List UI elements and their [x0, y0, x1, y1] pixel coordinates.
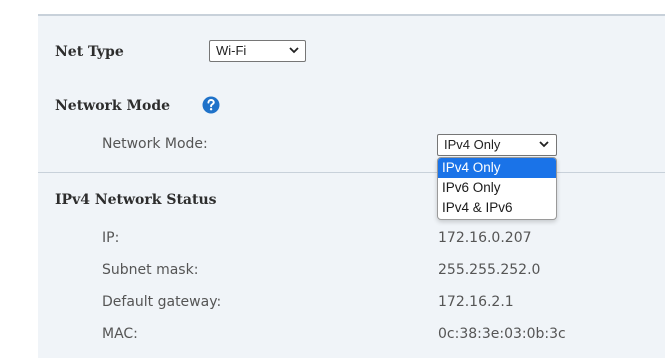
mac-value: 0c:38:3e:03:0b:3c [438, 326, 566, 342]
section-divider [38, 172, 665, 173]
default-gateway-value: 172.16.2.1 [438, 294, 514, 310]
option-ipv4-and-ipv6[interactable]: IPv4 & IPv6 [438, 198, 556, 218]
chevron-down-icon [289, 47, 299, 54]
subnet-mask-value: 255.255.252.0 [438, 262, 541, 278]
network-mode-field-label: Network Mode: [102, 136, 208, 152]
chevron-down-icon [539, 141, 549, 148]
option-ipv4-only[interactable]: IPv4 Only [438, 158, 556, 178]
net-type-select[interactable]: Wi-Fi [209, 40, 306, 62]
top-divider [38, 14, 665, 16]
default-gateway-label: Default gateway: [102, 294, 222, 310]
net-type-value: Wi-Fi [216, 43, 247, 58]
net-type-label: Net Type [55, 44, 124, 60]
subnet-mask-label: Subnet mask: [102, 262, 199, 278]
ipv4-status-title: IPv4 Network Status [55, 192, 217, 208]
option-ipv6-only[interactable]: IPv6 Only [438, 178, 556, 198]
ip-value: 172.16.0.207 [438, 230, 532, 246]
mac-label: MAC: [102, 326, 138, 342]
network-mode-dropdown[interactable]: IPv4 Only IPv6 Only IPv4 & IPv6 [437, 157, 557, 220]
network-mode-select[interactable]: IPv4 Only [437, 134, 557, 156]
ip-label: IP: [102, 230, 120, 246]
help-icon[interactable] [202, 96, 220, 114]
network-mode-value: IPv4 Only [444, 137, 501, 152]
network-mode-title: Network Mode [55, 98, 171, 114]
